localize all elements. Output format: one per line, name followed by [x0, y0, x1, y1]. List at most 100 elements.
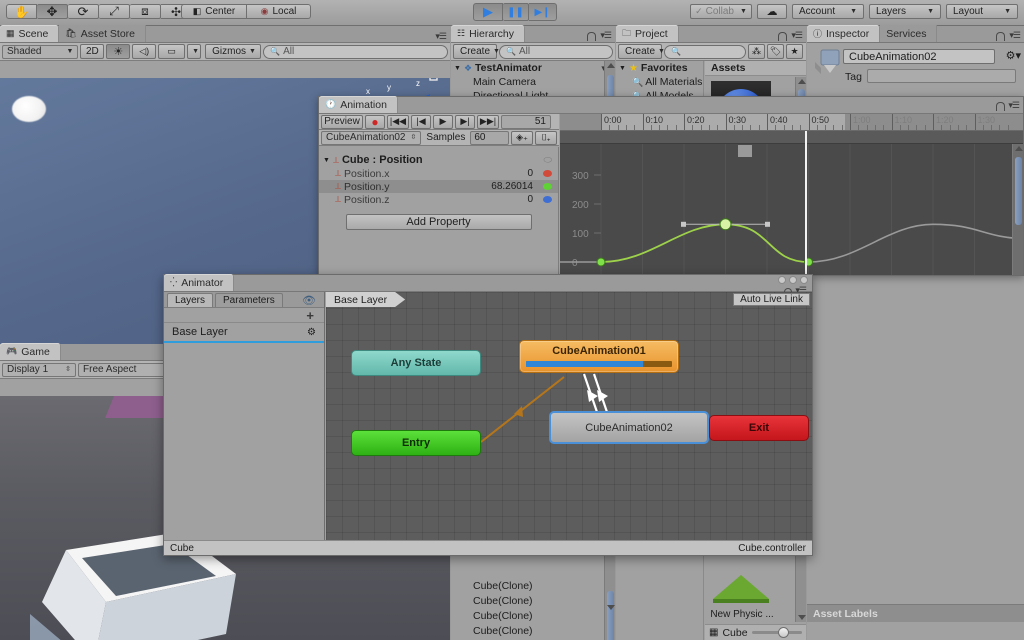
add-property-button[interactable]: Add Property [345, 214, 532, 230]
tab-project[interactable]: 🗀 Project [616, 25, 679, 42]
layer-item-base-layer[interactable]: Base Layer ⚙ [164, 323, 324, 343]
samples-field[interactable]: 60 [470, 130, 509, 145]
curve-scrollbar[interactable] [1012, 144, 1023, 275]
scroll-up-icon[interactable] [607, 63, 615, 68]
draw-mode-dropdown[interactable]: Shaded ▼ [2, 44, 79, 59]
animator-node-cubeanimation01[interactable]: CubeAnimation01 [519, 340, 679, 373]
add-keyframe-button[interactable]: ◈₊ [511, 130, 533, 145]
event-track[interactable] [560, 131, 1023, 144]
gear-icon[interactable]: ⚙▾ [1006, 49, 1021, 62]
list-item[interactable]: Cube(Clone) [473, 594, 601, 609]
scroll-up-icon[interactable] [1015, 146, 1023, 151]
animator-node-cubeanimation02[interactable]: CubeAnimation02 [549, 411, 709, 444]
hand-tool[interactable]: ✋ [6, 4, 37, 19]
lock-icon[interactable] [778, 32, 788, 41]
list-item[interactable]: Cube(Clone) [473, 609, 601, 624]
display-dropdown[interactable]: Display 1 ⇳ [2, 362, 76, 377]
property-row-position-z[interactable]: ⟂ Position.z 0 [319, 193, 558, 206]
space-button[interactable]: ◉ Local [247, 4, 311, 19]
project-options-icon[interactable]: ▾☰ [791, 30, 803, 41]
lock-icon[interactable] [996, 102, 1006, 111]
curve-keyframe[interactable] [719, 218, 732, 231]
eye-icon[interactable]: 👁 [302, 294, 316, 307]
project-favorites-row[interactable]: ▼ ★ Favorites [616, 61, 703, 75]
maximize-dot[interactable] [789, 276, 797, 284]
hierarchy-scroll-thumb-2[interactable] [607, 591, 614, 640]
add-layer-row[interactable]: + [164, 308, 324, 323]
chevron-down-icon[interactable]: ▼ [323, 157, 330, 164]
chevron-down-icon[interactable]: ▼ [454, 65, 461, 72]
tab-scene[interactable]: ▦ Scene [0, 25, 60, 42]
tab-game[interactable]: 🎮 Game [0, 343, 61, 360]
animator-node-entry[interactable]: Entry [351, 430, 481, 456]
tag-field[interactable] [867, 69, 1016, 83]
animator-node-exit[interactable]: Exit [709, 415, 809, 441]
project-create-button[interactable]: Create ▼ [618, 44, 665, 59]
tab-layers[interactable]: Layers [167, 293, 214, 307]
collab-button[interactable]: ✓ Collab ▼ [690, 4, 752, 19]
hierarchy-create-button[interactable]: Create ▼ [453, 44, 500, 59]
layers-button[interactable]: Layers ▼ [869, 4, 941, 19]
last-frame-button[interactable]: ▶▶| [477, 114, 499, 129]
gizmos-dropdown[interactable]: Gizmos ▼ [205, 44, 262, 59]
layout-button[interactable]: Layout ▼ [946, 4, 1018, 19]
animator-node-any-state[interactable]: Any State [351, 350, 481, 376]
animation-curve-graph[interactable]: 300 200 100 0 [560, 144, 1023, 275]
close-dot[interactable] [800, 276, 808, 284]
scene-search-input[interactable]: 🔍 All [263, 44, 448, 59]
minimize-dot[interactable] [778, 276, 786, 284]
pause-button[interactable]: ❚❚ [503, 3, 529, 21]
first-frame-button[interactable]: |◀◀ [387, 114, 409, 129]
object-name-field[interactable]: CubeAnimation02 [843, 49, 995, 64]
cloud-button[interactable]: ☁ [757, 4, 787, 19]
hierarchy-options-icon[interactable]: ▾☰ [600, 30, 612, 41]
animation-timeline-ruler[interactable]: 0:00 0:10 0:20 0:30 0:40 0:50 1:00 1:10 1:20 1:30 [560, 114, 1023, 131]
favorite-button[interactable]: ★ [786, 44, 803, 59]
curve-color-swatch[interactable] [543, 196, 552, 203]
2d-toggle[interactable]: 2D [80, 44, 105, 59]
tab-animation[interactable]: 🕐 Animation [319, 96, 398, 113]
inspector-options-icon[interactable]: ▾☰ [1009, 30, 1021, 41]
property-row-position-y[interactable]: ⟂ Position.y 68.26014 [319, 180, 558, 193]
rotate-tool[interactable]: ⟳ [68, 4, 99, 19]
clip-dropdown[interactable]: CubeAnimation02 ⇳ [321, 130, 422, 145]
animation-curve-canvas[interactable]: 300 200 100 0 [560, 131, 1023, 275]
property-group-row[interactable]: ▼ ⟂ Cube : Position ⬭ [319, 153, 558, 167]
chevron-down-icon[interactable]: ▼ [619, 65, 626, 72]
assets-breadcrumb[interactable]: Assets [705, 61, 806, 76]
hierarchy-root-row[interactable]: ▼ ❖ TestAnimator ▾☰ [451, 61, 615, 75]
property-row-position-x[interactable]: ⟂ Position.x 0 [319, 167, 558, 180]
scroll-up-icon[interactable] [798, 79, 806, 84]
filter-label-button[interactable]: 🏷 [767, 44, 784, 59]
filter-type-button[interactable]: ⁂ [748, 44, 765, 59]
account-button[interactable]: Account ▼ [792, 4, 864, 19]
tab-asset-store[interactable]: 🛍 Asset Store [59, 25, 147, 42]
move-tool[interactable]: ✥ [37, 4, 68, 19]
keyframe-marker[interactable] [738, 145, 752, 157]
animator-graph[interactable]: Base Layer Auto Live Link Any State Entr… [326, 292, 812, 540]
project-favorite-item[interactable]: 🔍 All Materials [616, 75, 703, 89]
playhead[interactable] [805, 131, 807, 275]
play-clip-button[interactable]: ▶ [433, 114, 453, 129]
curve-keyframe[interactable] [596, 257, 606, 267]
curve-color-swatch[interactable] [543, 183, 552, 190]
record-button[interactable]: ● [365, 114, 385, 129]
current-frame-field[interactable]: 51 [501, 114, 551, 129]
list-item[interactable]: Main Camera [467, 75, 615, 89]
asset-thumbnail[interactable] [711, 573, 771, 603]
scroll-down-icon[interactable] [607, 605, 615, 610]
hierarchy-search-input[interactable]: 🔍 All [499, 44, 613, 59]
curve-tangent-handle[interactable] [681, 221, 686, 227]
scroll-down-icon[interactable] [798, 615, 806, 620]
step-button[interactable]: ▶❙ [529, 3, 557, 21]
list-item[interactable]: Cube(Clone) [473, 579, 601, 594]
lighting-toggle[interactable]: ☀ [106, 44, 131, 59]
lock-icon[interactable] [996, 32, 1006, 41]
tab-services[interactable]: Services [880, 25, 938, 42]
zoom-slider[interactable] [751, 627, 802, 638]
curve-scroll-thumb[interactable] [1015, 157, 1022, 225]
lock-icon[interactable] [587, 32, 597, 41]
scale-tool[interactable]: ⤢ [99, 4, 130, 19]
fx-dropdown[interactable]: ▭ [158, 44, 186, 59]
asset-labels-bar[interactable]: Asset Labels [807, 604, 1024, 622]
